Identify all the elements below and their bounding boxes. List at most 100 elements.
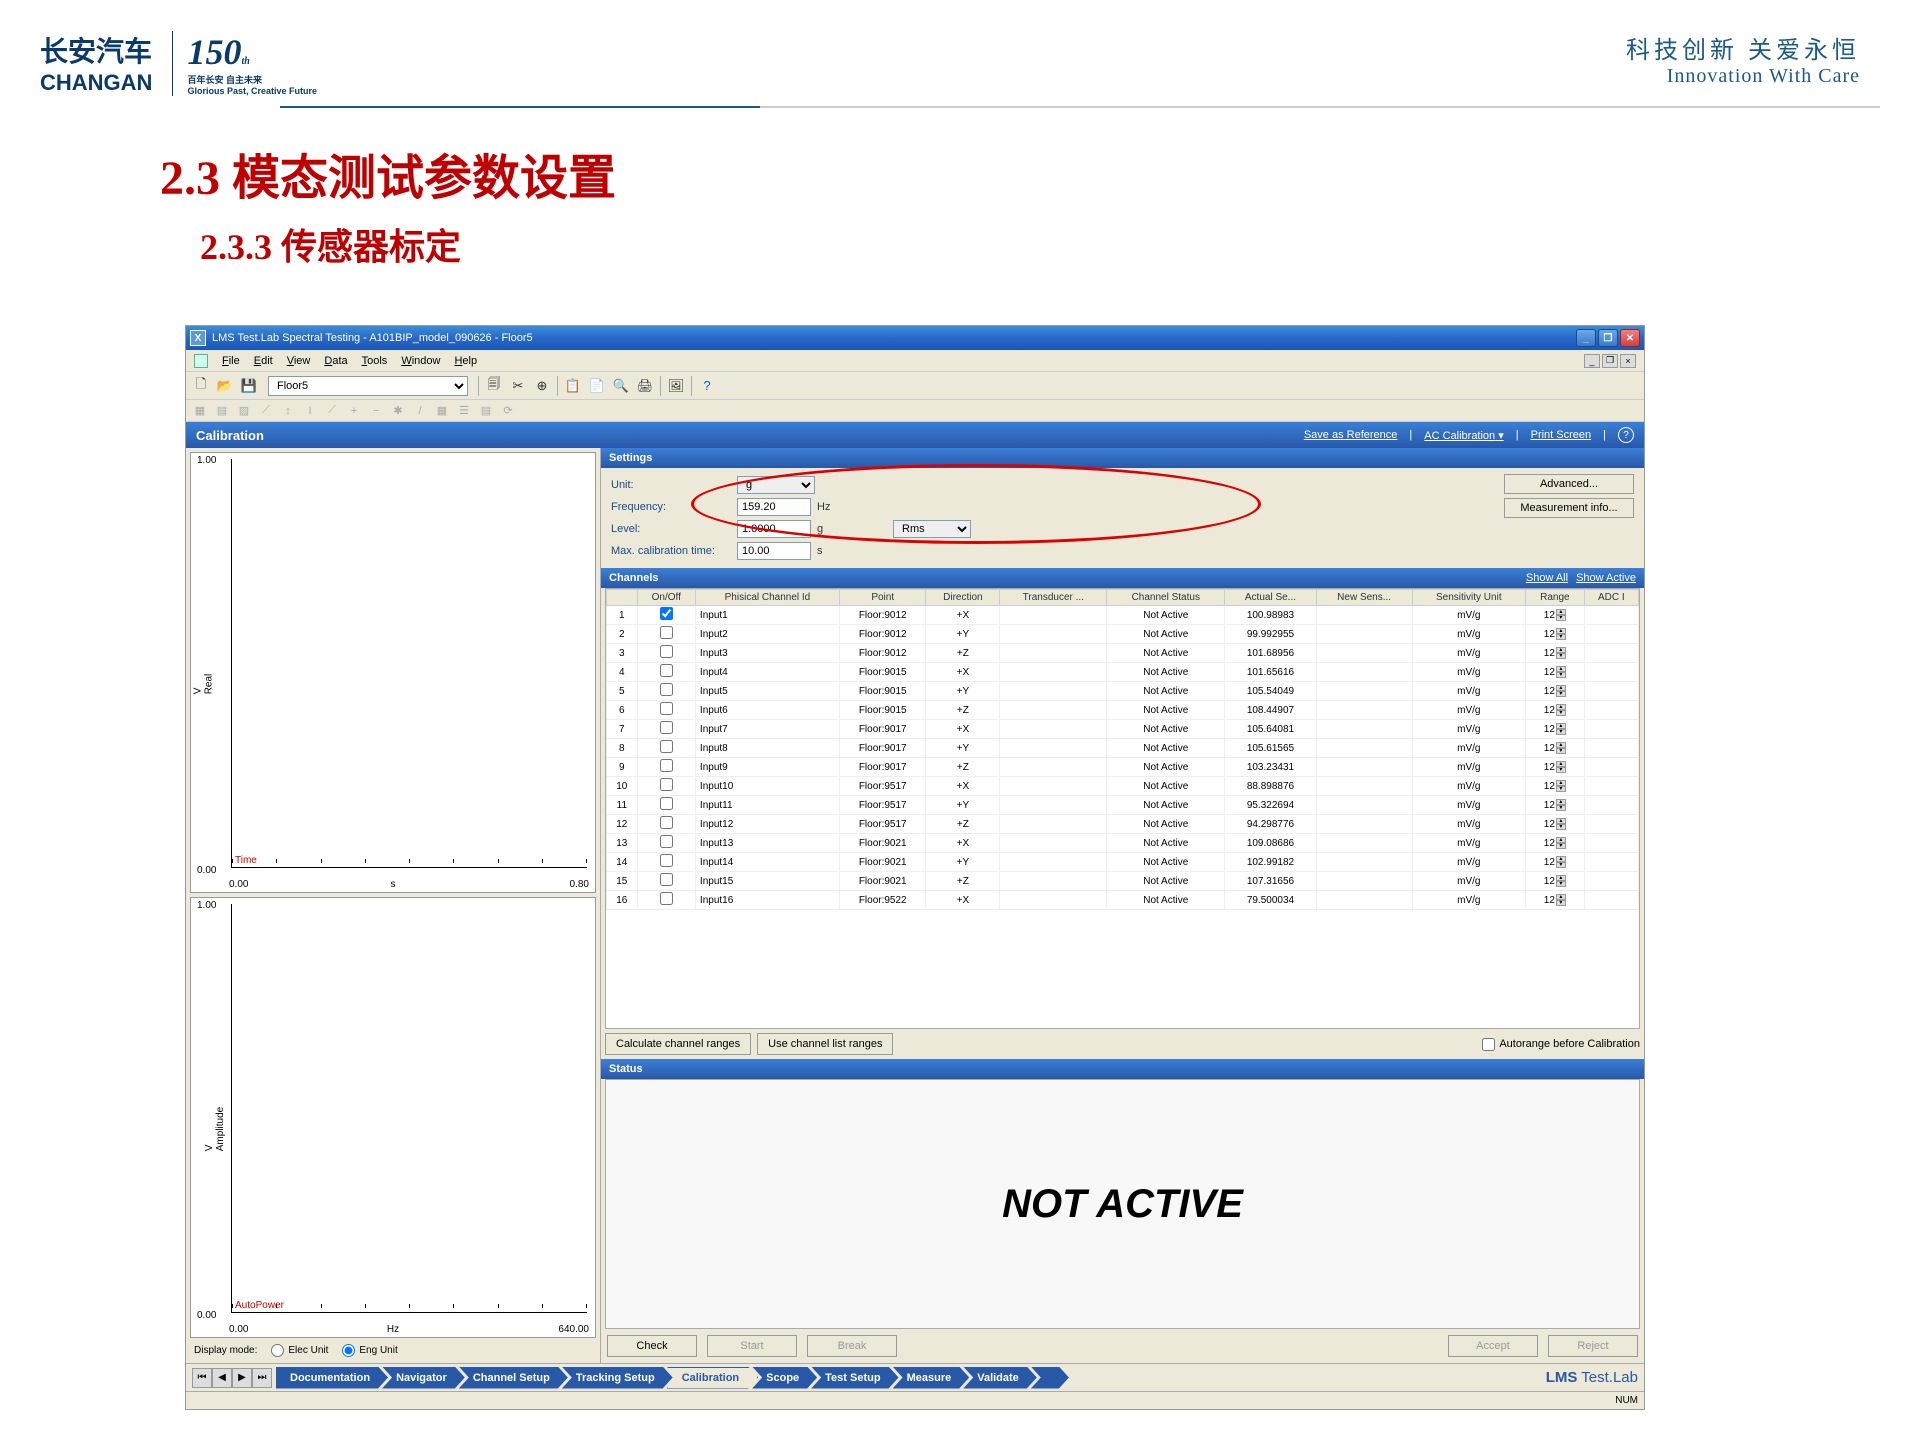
col-header[interactable] xyxy=(607,590,638,606)
start-button[interactable]: Start xyxy=(707,1335,797,1357)
tb2-11[interactable]: / xyxy=(410,402,430,420)
channels-table[interactable]: On/OffPhisical Channel IdPointDirectionT… xyxy=(606,589,1639,910)
radio-elec-unit[interactable]: Elec Unit xyxy=(271,1344,328,1357)
col-header[interactable]: Channel Status xyxy=(1107,590,1225,606)
table-row[interactable]: 11 Input11Floor:9517+Y Not Active95.3226… xyxy=(607,796,1639,815)
channel-onoff-checkbox[interactable] xyxy=(660,645,673,658)
channel-onoff-checkbox[interactable] xyxy=(660,607,673,620)
menu-help[interactable]: Help xyxy=(454,355,477,367)
tab-documentation[interactable]: Documentation xyxy=(276,1367,388,1389)
table-row[interactable]: 6 Input6Floor:9015+Z Not Active108.44907… xyxy=(607,701,1639,720)
menu-tools[interactable]: Tools xyxy=(362,355,388,367)
channel-onoff-checkbox[interactable] xyxy=(660,626,673,639)
calib-time-input[interactable] xyxy=(737,542,811,560)
tab-measure[interactable]: Measure xyxy=(893,1367,970,1389)
table-row[interactable]: 10 Input10Floor:9517+X Not Active88.8988… xyxy=(607,777,1639,796)
col-header[interactable]: Transducer ... xyxy=(1000,590,1107,606)
channel-onoff-checkbox[interactable] xyxy=(660,702,673,715)
table-row[interactable]: 15 Input15Floor:9021+Z Not Active107.316… xyxy=(607,872,1639,891)
tab-scope[interactable]: Scope xyxy=(752,1367,817,1389)
picture-icon[interactable]: 🖼 xyxy=(665,375,687,397)
reject-button[interactable]: Reject xyxy=(1548,1335,1638,1357)
tb2-15[interactable]: ⟳ xyxy=(498,402,518,420)
print-icon[interactable]: 🖨 xyxy=(634,375,656,397)
cut-icon[interactable]: ✂ xyxy=(507,375,529,397)
save-icon[interactable]: 💾 xyxy=(238,375,260,397)
table-row[interactable]: 12 Input12Floor:9517+Z Not Active94.2987… xyxy=(607,815,1639,834)
level-type-select[interactable]: Rms xyxy=(893,520,971,538)
target-icon[interactable]: ⊕ xyxy=(531,375,553,397)
minimize-button[interactable]: _ xyxy=(1576,329,1596,347)
tb2-14[interactable]: ▤ xyxy=(476,402,496,420)
tb2-10[interactable]: ✱ xyxy=(388,402,408,420)
save-reference-link[interactable]: Save as Reference xyxy=(1304,429,1398,441)
menu-window[interactable]: Window xyxy=(401,355,440,367)
title-bar[interactable]: X LMS Test.Lab Spectral Testing - A101BI… xyxy=(186,326,1644,350)
col-header[interactable]: Actual Se... xyxy=(1225,590,1317,606)
channel-onoff-checkbox[interactable] xyxy=(660,778,673,791)
accept-button[interactable]: Accept xyxy=(1448,1335,1538,1357)
tb2-4[interactable]: ⟋ xyxy=(256,402,276,420)
help-icon[interactable]: ? xyxy=(696,375,718,397)
tab-channel-setup[interactable]: Channel Setup xyxy=(459,1367,568,1389)
tb2-8[interactable]: + xyxy=(344,402,364,420)
col-header[interactable]: Sensitivity Unit xyxy=(1412,590,1526,606)
break-button[interactable]: Break xyxy=(807,1335,897,1357)
tb2-7[interactable]: ⟋ xyxy=(322,402,342,420)
menu-data[interactable]: Data xyxy=(324,355,347,367)
channel-onoff-checkbox[interactable] xyxy=(660,759,673,772)
table-row[interactable]: 14 Input14Floor:9021+Y Not Active102.991… xyxy=(607,853,1639,872)
ac-calibration-link[interactable]: AC Calibration ▾ xyxy=(1424,429,1504,442)
chart-autopower[interactable]: 1.00 V Amplitude AutoPower 0.00 0.00 Hz … xyxy=(190,897,596,1338)
tb2-3[interactable]: ▨ xyxy=(234,402,254,420)
table-row[interactable]: 7 Input7Floor:9017+X Not Active105.64081… xyxy=(607,720,1639,739)
help-circle-icon[interactable]: ? xyxy=(1618,427,1634,443)
copy-icon[interactable]: 📋 xyxy=(562,375,584,397)
use-list-ranges-button[interactable]: Use channel list ranges xyxy=(757,1033,893,1055)
tab-tracking-setup[interactable]: Tracking Setup xyxy=(562,1367,673,1389)
table-row[interactable]: 16 Input16Floor:9522+X Not Active79.5000… xyxy=(607,891,1639,910)
table-row[interactable]: 1 Input1Floor:9012+X Not Active100.98983… xyxy=(607,606,1639,625)
menu-file[interactable]: File xyxy=(222,355,240,367)
show-active-link[interactable]: Show Active xyxy=(1576,572,1636,584)
table-row[interactable]: 2 Input2Floor:9012+Y Not Active99.992955… xyxy=(607,625,1639,644)
channel-onoff-checkbox[interactable] xyxy=(660,892,673,905)
channel-onoff-checkbox[interactable] xyxy=(660,835,673,848)
channels-table-area[interactable]: On/OffPhisical Channel IdPointDirectionT… xyxy=(605,588,1640,1029)
table-row[interactable]: 4 Input4Floor:9015+X Not Active101.65616… xyxy=(607,663,1639,682)
check-button[interactable]: Check xyxy=(607,1335,697,1357)
tb2-1[interactable]: ▦ xyxy=(190,402,210,420)
close-button[interactable]: ✕ xyxy=(1620,329,1640,347)
preview-icon[interactable]: 🔍 xyxy=(610,375,632,397)
paste-icon[interactable]: 📄 xyxy=(586,375,608,397)
nav-first-button[interactable]: ⏮ xyxy=(192,1368,212,1388)
channel-onoff-checkbox[interactable] xyxy=(660,797,673,810)
show-all-link[interactable]: Show All xyxy=(1526,572,1568,584)
tab-test-setup[interactable]: Test Setup xyxy=(811,1367,898,1389)
channel-onoff-checkbox[interactable] xyxy=(660,854,673,867)
nav-prev-button[interactable]: ◀ xyxy=(212,1368,232,1388)
frequency-input[interactable] xyxy=(737,498,811,516)
print-screen-link[interactable]: Print Screen xyxy=(1531,429,1592,441)
nav-next-button[interactable]: ▶ xyxy=(232,1368,252,1388)
col-header[interactable]: On/Off xyxy=(637,590,695,606)
table-row[interactable]: 5 Input5Floor:9015+Y Not Active105.54049… xyxy=(607,682,1639,701)
doc-close-button[interactable]: × xyxy=(1620,354,1636,368)
radio-eng-unit[interactable]: Eng Unit xyxy=(342,1344,397,1357)
col-header[interactable]: Direction xyxy=(926,590,1000,606)
chart-time[interactable]: 1.00 V Real Time 0.00 0.00 s 0.80 xyxy=(190,452,596,893)
col-header[interactable]: ADC I xyxy=(1584,590,1638,606)
col-header[interactable]: Phisical Channel Id xyxy=(695,590,839,606)
doc-restore-button[interactable]: ❐ xyxy=(1602,354,1618,368)
menu-view[interactable]: View xyxy=(287,355,311,367)
menu-edit[interactable]: Edit xyxy=(254,355,273,367)
tb2-6[interactable]: I xyxy=(300,402,320,420)
level-input[interactable] xyxy=(737,520,811,538)
tab-calibration[interactable]: Calibration xyxy=(667,1367,758,1389)
tb2-5[interactable]: ↕ xyxy=(278,402,298,420)
channel-onoff-checkbox[interactable] xyxy=(660,816,673,829)
channel-onoff-checkbox[interactable] xyxy=(660,683,673,696)
channel-onoff-checkbox[interactable] xyxy=(660,873,673,886)
channel-onoff-checkbox[interactable] xyxy=(660,721,673,734)
tab-validate[interactable]: Validate xyxy=(963,1367,1037,1389)
